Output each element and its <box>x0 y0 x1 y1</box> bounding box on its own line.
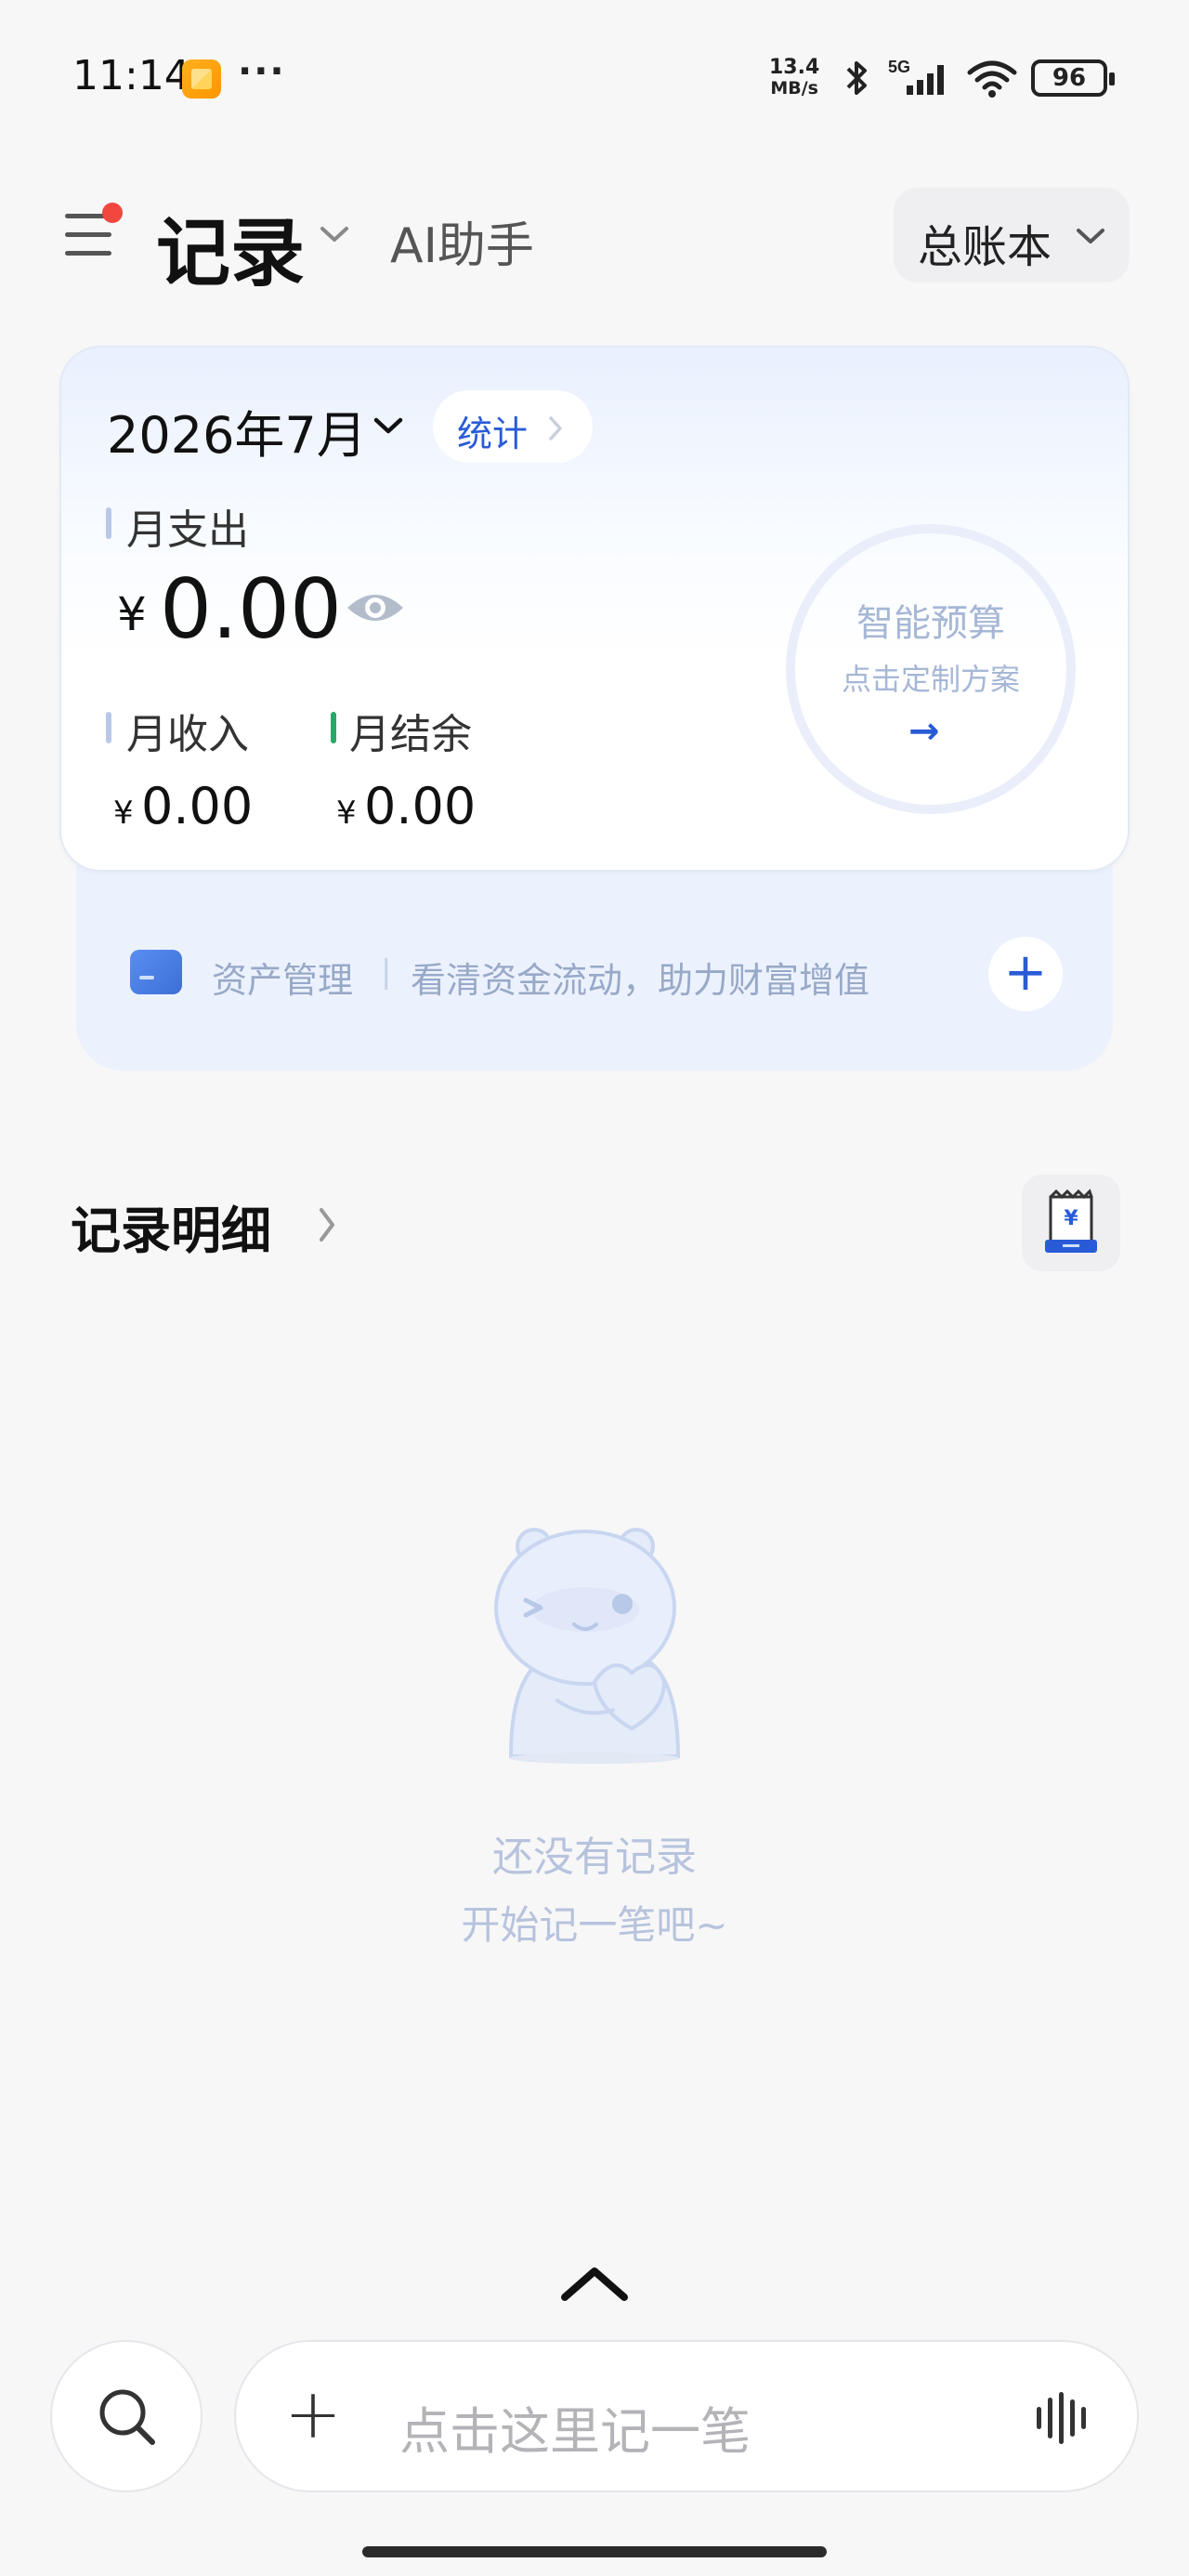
status-time: 11:14 <box>72 52 190 99</box>
expense-value: 0.00 <box>160 561 342 657</box>
smart-budget-subtitle: 点击定制方案 <box>841 662 1020 697</box>
records-detail-title[interactable]: 记录明细 <box>71 1189 271 1263</box>
income-label: 月收入 <box>126 711 249 758</box>
income-value: 0.00 <box>141 777 254 835</box>
expense-label: 月支出 <box>126 506 249 554</box>
svg-text:¥: ¥ <box>1064 1207 1078 1230</box>
app-notification-icon <box>182 59 221 99</box>
chevron-right-icon[interactable] <box>316 1204 338 1245</box>
chevron-up-icon[interactable] <box>557 2260 632 2307</box>
status-bar: 11:14 ··· 13.4 MB/s 5G 96 <box>0 0 1189 139</box>
home-indicator[interactable] <box>362 2546 827 2557</box>
entry-placeholder: 点击这里记一笔 <box>399 2402 751 2461</box>
empty-state-subtitle: 开始记一笔吧~ <box>461 1902 728 1948</box>
smart-budget-title: 智能预算 <box>856 602 1005 645</box>
empty-bear-illustration <box>494 1528 681 1764</box>
search-icon <box>99 2389 155 2445</box>
chevron-down-icon[interactable] <box>319 223 350 245</box>
network-type: 5G <box>888 58 910 76</box>
statistics-label: 统计 <box>457 414 529 454</box>
expense-currency: ¥ <box>117 587 147 641</box>
search-button[interactable] <box>50 2340 203 2492</box>
bluetooth-icon <box>846 61 867 95</box>
plus-icon: + <box>1003 942 1048 1003</box>
chevron-down-icon <box>1077 229 1104 243</box>
eye-icon[interactable] <box>344 587 407 628</box>
expense-marker <box>106 507 111 539</box>
income-marker <box>106 712 111 743</box>
balance-value: 0.00 <box>364 777 477 835</box>
voice-input-icon[interactable] <box>1033 2390 1092 2446</box>
cellular-signal-icon: 5G <box>888 58 944 95</box>
tab-record[interactable]: 记录 <box>156 193 305 301</box>
balance-currency: ¥ <box>336 795 357 832</box>
ledger-label: 总账本 <box>918 221 1052 273</box>
chevron-right-icon <box>549 416 562 440</box>
receipt-button[interactable]: ¥ <box>1022 1175 1120 1271</box>
asset-separator: | <box>381 953 392 991</box>
battery-level: 96 <box>1052 64 1087 92</box>
balance-label: 月结余 <box>349 711 472 758</box>
quick-entry-input[interactable]: + 点击这里记一笔 <box>234 2340 1139 2492</box>
wallet-card-icon <box>130 950 182 994</box>
asset-management-description: 看清资金流动，助力财富增值 <box>411 960 870 1001</box>
ledger-selector-button[interactable]: 总账本 <box>894 188 1130 283</box>
month-selector[interactable]: 2026年7月 <box>107 394 367 467</box>
empty-state-title: 还没有记录 <box>492 1833 697 1881</box>
network-speed: 13.4 MB/s <box>769 58 819 99</box>
battery-icon: 96 <box>1031 59 1115 97</box>
network-speed-unit: MB/s <box>770 78 818 99</box>
receipt-icon: ¥ <box>1045 1189 1097 1253</box>
notification-dot <box>102 203 123 223</box>
chevron-down-icon[interactable] <box>372 414 405 437</box>
arrow-right-icon: → <box>908 710 940 753</box>
income-currency: ¥ <box>113 795 134 832</box>
add-asset-button[interactable]: + <box>988 937 1063 1011</box>
more-notifications-icon: ··· <box>238 50 286 93</box>
tab-ai-assistant[interactable]: AI助手 <box>390 206 534 276</box>
add-icon: + <box>284 2374 343 2454</box>
network-speed-value: 13.4 <box>769 56 820 79</box>
wifi-icon <box>967 60 1017 98</box>
statistics-button[interactable]: 统计 <box>433 390 593 463</box>
balance-marker <box>331 712 336 743</box>
asset-management-title: 资产管理 <box>212 960 354 1001</box>
